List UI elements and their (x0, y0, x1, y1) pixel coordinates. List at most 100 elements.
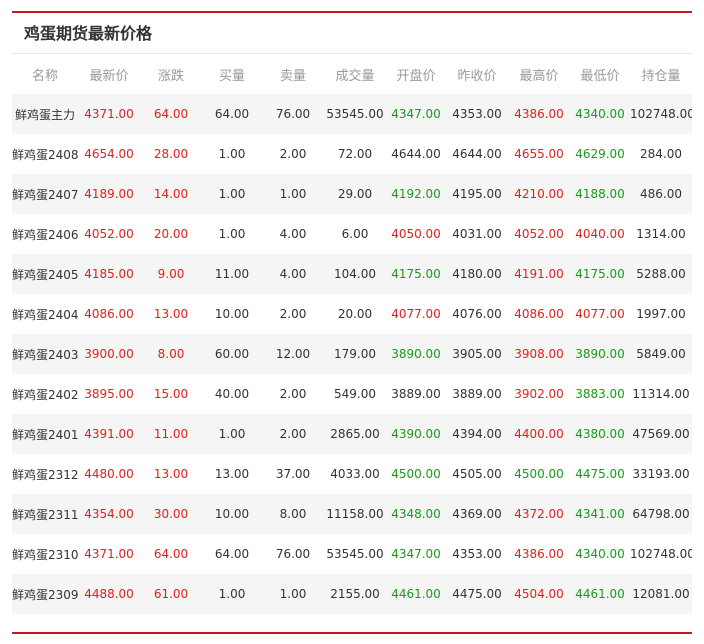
cell-prev: 4353.00 (446, 94, 508, 134)
cell-bid: 64.00 (214, 547, 250, 561)
cell-bid: 1.00 (218, 147, 246, 161)
cell-open: 4390.00 (386, 414, 446, 454)
header-oi: 持仓量 (641, 68, 681, 84)
table-row: 鲜鸡蛋2402 3895.00 15.00 40.00 2.00 549.00 3889.0… (12, 374, 692, 414)
cell-prev: 4195.00 (446, 174, 508, 214)
header-last: 最新价 (89, 68, 129, 84)
cell-prev: 4475.00 (446, 574, 508, 614)
cell-bid: 10.00 (202, 494, 262, 534)
cell-oi: 64798.00 (630, 494, 692, 534)
cell-low: 3890.00 (570, 334, 630, 374)
cell-bid: 60.00 (202, 334, 262, 374)
header-change: 涨跌 (157, 68, 184, 84)
cell-change: 13.00 (153, 307, 189, 321)
cell-ask: 76.00 (275, 547, 311, 561)
cell-low: 4040.00 (575, 227, 625, 241)
cell-volume: 6.00 (341, 227, 369, 241)
table-row: 鲜鸡蛋2404 4086.00 13.00 10.00 2.00 20.00 4077.00… (12, 294, 692, 334)
cell-volume: 53545.00 (324, 94, 386, 134)
cell-last: 4354.00 (78, 494, 140, 534)
cell-name[interactable]: 鲜鸡蛋2401 (12, 414, 78, 454)
cell-name[interactable]: 鲜鸡蛋2405 (12, 254, 78, 294)
cell-name[interactable]: 鲜鸡蛋2406 (12, 214, 78, 254)
cell-high: 4500.00 (514, 467, 564, 481)
cell-name[interactable]: 鲜鸡蛋主力 (12, 94, 78, 134)
cell-oi: 1314.00 (636, 227, 686, 241)
cell-name[interactable]: 鲜鸡蛋2404 (12, 294, 78, 334)
header-bid: 买量 (218, 68, 245, 84)
table-row: 鲜鸡蛋2408 4654.00 28.00 1.00 2.00 72.00 4644.00 4… (12, 134, 692, 174)
table-row: 鲜鸡蛋2407 4189.00 14.00 1.00 1.00 29.00 4192.00 4… (12, 174, 692, 214)
cell-oi: 284.00 (640, 147, 682, 161)
cell-prev: 4031.00 (452, 227, 502, 241)
cell-low: 4077.00 (575, 307, 625, 321)
cell-name[interactable]: 鲜鸡蛋2311 (12, 494, 78, 534)
cell-prev: 4353.00 (452, 547, 502, 561)
cell-volume: 2155.00 (324, 574, 386, 614)
cell-high: 4400.00 (508, 414, 570, 454)
cell-volume: 549.00 (334, 387, 376, 401)
cell-name[interactable]: 鲜鸡蛋2407 (12, 174, 78, 214)
cell-volume: 11158.00 (324, 494, 386, 534)
cell-oi: 47569.00 (630, 414, 692, 454)
cell-ask: 76.00 (262, 94, 324, 134)
cell-high: 4191.00 (508, 254, 570, 294)
cell-name[interactable]: 鲜鸡蛋2403 (12, 334, 78, 374)
table-row: 鲜鸡蛋2309 4488.00 61.00 1.00 1.00 2155.00 4461.0… (12, 574, 692, 614)
cell-low: 4340.00 (575, 547, 625, 561)
cell-high: 4210.00 (508, 174, 570, 214)
cell-ask: 37.00 (275, 467, 311, 481)
cell-prev: 3905.00 (446, 334, 508, 374)
cell-last: 3895.00 (84, 387, 134, 401)
cell-ask: 2.00 (279, 147, 307, 161)
page-title: 鸡蛋期货最新价格 (24, 24, 153, 43)
cell-high: 4504.00 (508, 574, 570, 614)
table-row: 鲜鸡蛋2310 4371.00 64.00 64.00 76.00 53545.00 434… (12, 534, 692, 574)
cell-name[interactable]: 鲜鸡蛋2408 (12, 134, 78, 174)
cell-high: 3902.00 (514, 387, 564, 401)
cell-open: 4192.00 (386, 174, 446, 214)
cell-ask: 2.00 (262, 414, 324, 454)
cell-ask: 1.00 (262, 574, 324, 614)
cell-low: 4461.00 (570, 574, 630, 614)
cell-volume: 179.00 (324, 334, 386, 374)
cell-prev: 4644.00 (452, 147, 502, 161)
cell-change: 20.00 (153, 227, 189, 241)
cell-change: 64.00 (153, 547, 189, 561)
cell-ask: 2.00 (279, 387, 307, 401)
cell-open: 4347.00 (391, 547, 441, 561)
cell-volume: 2865.00 (324, 414, 386, 454)
cell-name[interactable]: 鲜鸡蛋2310 (12, 534, 78, 574)
cell-open: 4175.00 (386, 254, 446, 294)
cell-low: 4340.00 (570, 94, 630, 134)
table-header-row: 名称 最新价 涨跌 买量 卖量 成交量 开盘价 昨收价 最高价 最低价 持仓量 (12, 54, 692, 94)
cell-change: 14.00 (140, 174, 202, 214)
cell-high: 3908.00 (508, 334, 570, 374)
cell-bid: 10.00 (214, 307, 250, 321)
cell-name[interactable]: 鲜鸡蛋2309 (12, 574, 78, 614)
cell-ask: 2.00 (279, 307, 307, 321)
cell-prev: 4505.00 (452, 467, 502, 481)
cell-high: 4372.00 (508, 494, 570, 534)
header-open: 开盘价 (396, 68, 436, 84)
table-row: 鲜鸡蛋2312 4480.00 13.00 13.00 37.00 4033.00 4500… (12, 454, 692, 494)
cell-last: 4371.00 (78, 94, 140, 134)
cell-volume: 20.00 (337, 307, 373, 321)
table-row: 鲜鸡蛋2405 4185.00 9.00 11.00 4.00 104.00 4175.00… (12, 254, 692, 294)
cell-bid: 40.00 (214, 387, 250, 401)
cell-prev: 3889.00 (452, 387, 502, 401)
cell-high: 4052.00 (514, 227, 564, 241)
table-row: 鲜鸡蛋主力 4371.00 64.00 64.00 76.00 53545.00 4347.… (12, 94, 692, 134)
cell-open: 3889.00 (391, 387, 441, 401)
header-volume: 成交量 (335, 68, 375, 84)
table-body: 鲜鸡蛋主力 4371.00 64.00 64.00 76.00 53545.00 4347.… (12, 94, 692, 614)
cell-change: 64.00 (140, 94, 202, 134)
cell-oi: 1997.00 (636, 307, 686, 321)
cell-last: 3900.00 (78, 334, 140, 374)
cell-name[interactable]: 鲜鸡蛋2402 (12, 374, 78, 414)
cell-low: 4175.00 (570, 254, 630, 294)
cell-name[interactable]: 鲜鸡蛋2312 (12, 454, 78, 494)
table-row: 鲜鸡蛋2311 4354.00 30.00 10.00 8.00 11158.00 4348… (12, 494, 692, 534)
header-name: 名称 (31, 68, 58, 84)
cell-volume: 72.00 (337, 147, 373, 161)
